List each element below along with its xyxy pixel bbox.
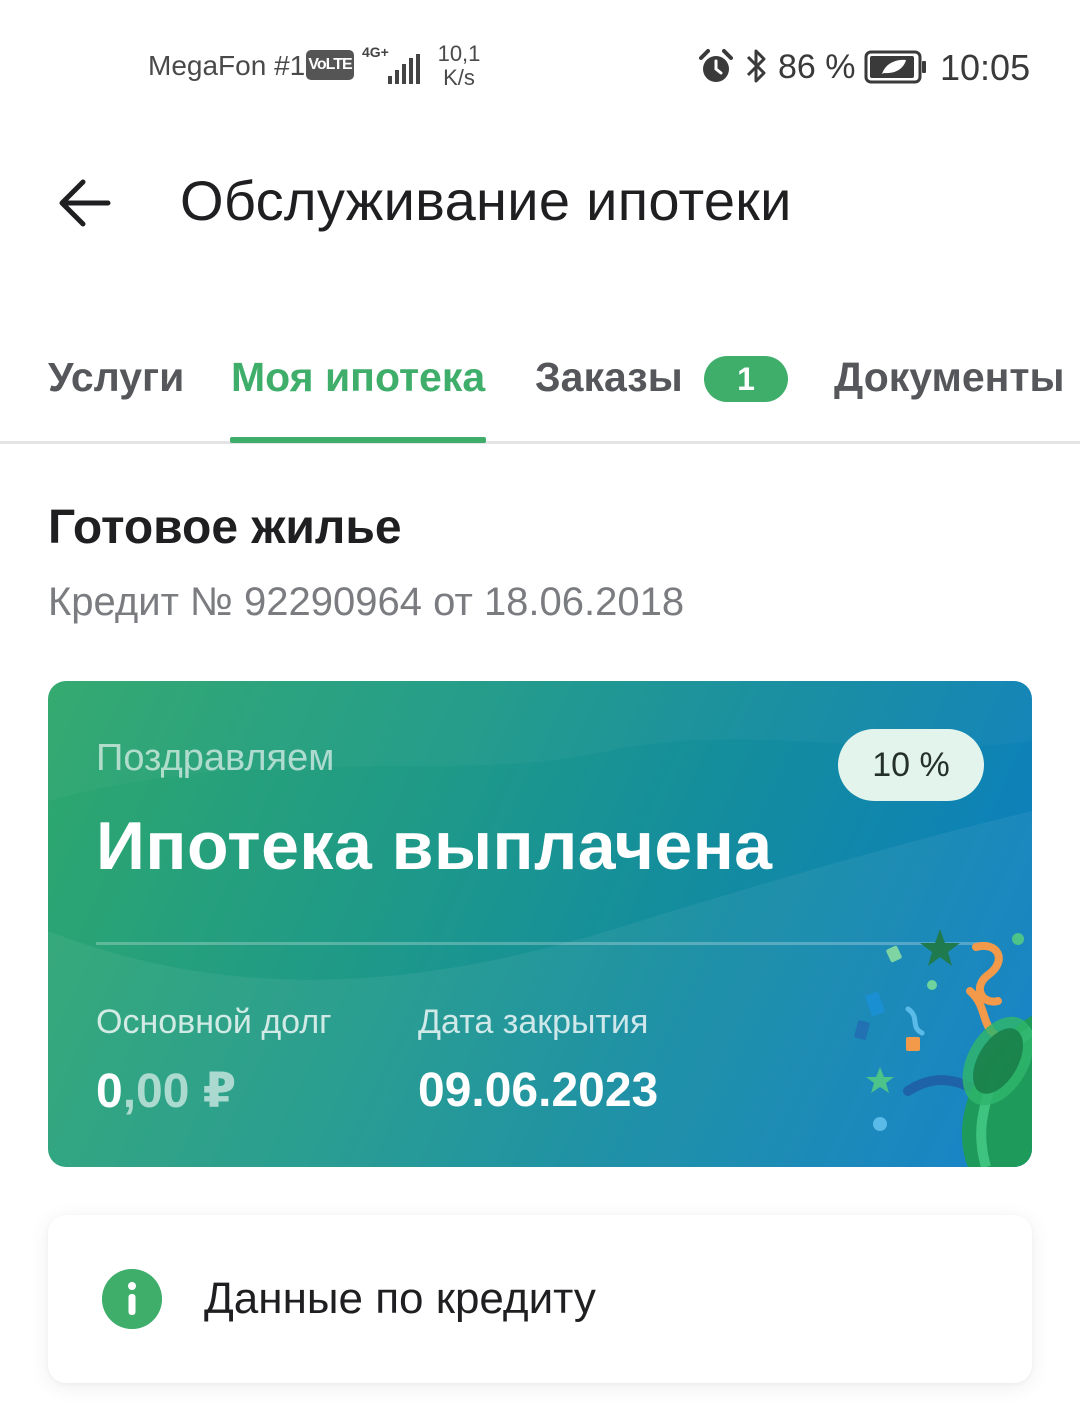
tab-documents[interactable]: Документы <box>834 354 1065 401</box>
closing-date-label: Дата закрытия <box>418 1003 649 1041</box>
bluetooth-icon <box>746 49 766 83</box>
mortgage-type-title: Готовое жилье <box>48 501 402 554</box>
info-icon <box>102 1269 162 1329</box>
tab-bar: Услуги Моя ипотека Заказы 1 Документы <box>0 340 1080 444</box>
speed-unit: K/s <box>443 65 475 90</box>
active-tab-indicator <box>230 437 486 443</box>
tab-orders[interactable]: Заказы <box>535 354 683 401</box>
party-popper-icon <box>854 929 1032 1167</box>
orders-count-badge: 1 <box>704 356 788 402</box>
status-bar: MegaFon #1 VoLTE 4G+ 10,1 K/s 86 % 10:05 <box>0 0 1080 130</box>
principal-debt-fraction: ,00 ₽ <box>122 1065 237 1118</box>
tab-services[interactable]: Услуги <box>48 354 184 401</box>
screen: MegaFon #1 VoLTE 4G+ 10,1 K/s 86 % 10:05… <box>0 0 1080 1402</box>
tab-my-mortgage[interactable]: Моя ипотека <box>231 354 485 401</box>
principal-debt-integer: 0 <box>96 1065 123 1118</box>
principal-debt-label: Основной долг <box>96 1003 332 1041</box>
principal-debt-value: 0,00 ₽ <box>96 1063 236 1119</box>
congrats-label: Поздравляем <box>96 737 335 779</box>
network-speed: 10,1 K/s <box>436 42 482 90</box>
volte-icon: VoLTE <box>306 50 354 80</box>
carrier-name: MegaFon #1 <box>148 50 306 81</box>
mortgage-paid-headline: Ипотека выплачена <box>96 808 773 884</box>
battery-percent: 86 % <box>778 48 856 86</box>
back-arrow-icon[interactable] <box>48 162 122 236</box>
battery-icon <box>864 50 926 84</box>
signal-icon: 4G+ <box>362 44 424 84</box>
speed-value: 10,1 <box>437 41 481 66</box>
credit-data-button[interactable]: Данные по кредиту <box>48 1215 1032 1383</box>
closing-date-value: 09.06.2023 <box>418 1064 659 1117</box>
app-header: Обслуживание ипотеки <box>0 150 1080 250</box>
mortgage-status-card: Поздравляем 10 % Ипотека выплачена Основ… <box>48 681 1032 1167</box>
signal-bars-icon <box>388 54 420 84</box>
alarm-icon <box>699 49 733 82</box>
clock: 10:05 <box>940 47 1031 88</box>
credit-number: Кредит № 92290964 от 18.06.2018 <box>48 580 685 624</box>
page-title: Обслуживание ипотеки <box>180 169 792 232</box>
credit-data-label: Данные по кредиту <box>204 1274 596 1323</box>
interest-rate-badge: 10 % <box>838 729 984 801</box>
